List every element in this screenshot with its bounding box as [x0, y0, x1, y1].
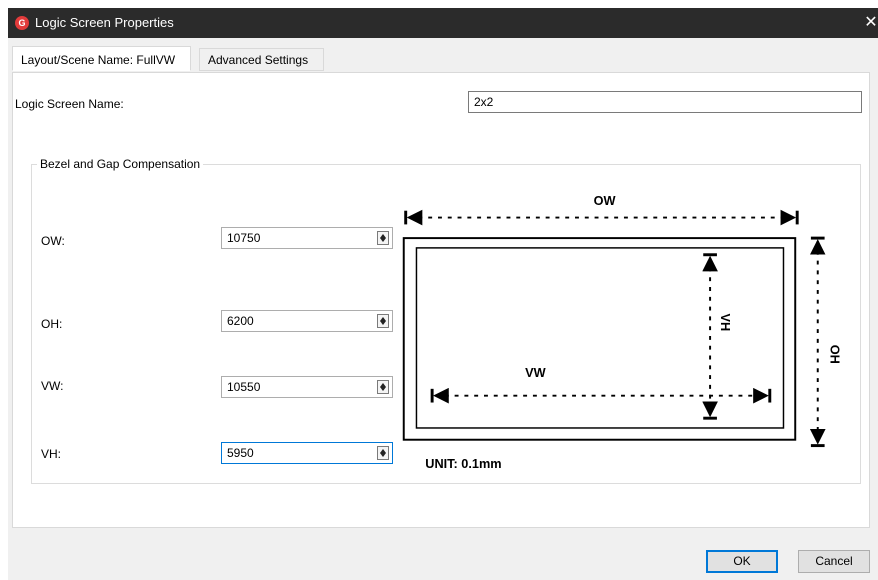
- unit-label: UNIT: 0.1mm: [425, 456, 501, 471]
- oh-value: 6200: [227, 314, 254, 328]
- dimension-diagram: OW OH VH VW UNIT: 0.1mm: [402, 193, 842, 471]
- oh-label: OH:: [41, 317, 63, 331]
- vh-value: 5950: [227, 446, 254, 460]
- vw-diagram-label: VW: [525, 365, 546, 380]
- tab-layout-scene[interactable]: Layout/Scene Name: FullVW: [12, 46, 191, 71]
- close-icon[interactable]: ✕: [864, 8, 878, 38]
- window-title: Logic Screen Properties: [35, 15, 174, 30]
- down-arrow-icon[interactable]: [380, 321, 386, 325]
- oh-diagram-label: OH: [827, 345, 842, 364]
- vw-label: VW:: [41, 379, 64, 393]
- logic-screen-name-label: Logic Screen Name:: [15, 97, 124, 111]
- tab-advanced-settings[interactable]: Advanced Settings: [199, 48, 324, 71]
- ow-diagram-label: OW: [594, 193, 616, 208]
- app-logo-icon: G: [15, 16, 29, 30]
- ow-spinbox[interactable]: 10750: [221, 227, 393, 249]
- down-arrow-icon[interactable]: [380, 387, 386, 391]
- outer-screen-rect: [402, 237, 797, 441]
- vh-spinbox[interactable]: 5950: [221, 442, 393, 464]
- down-arrow-icon[interactable]: [380, 238, 386, 242]
- vw-value: 10550: [227, 380, 261, 394]
- logic-screen-name-input[interactable]: [468, 91, 862, 113]
- vh-dimension-arrow: [702, 253, 718, 420]
- oh-dimension-arrow: [809, 236, 826, 448]
- vh-label: VH:: [41, 447, 62, 461]
- ow-spin-buttons[interactable]: [377, 231, 389, 245]
- vw-dimension-arrow: [430, 387, 772, 404]
- down-arrow-icon[interactable]: [380, 453, 386, 457]
- groupbox-title: Bezel and Gap Compensation: [37, 157, 204, 171]
- cancel-button[interactable]: Cancel: [798, 550, 870, 573]
- inner-screen-rect: [415, 247, 785, 429]
- oh-spin-buttons[interactable]: [377, 314, 389, 328]
- ow-label: OW:: [41, 234, 65, 248]
- ok-button[interactable]: OK: [706, 550, 778, 573]
- ow-value: 10750: [227, 231, 261, 245]
- title-bar: G Logic Screen Properties ✕: [8, 8, 878, 38]
- vh-spin-buttons[interactable]: [377, 446, 389, 460]
- oh-spinbox[interactable]: 6200: [221, 310, 393, 332]
- vh-diagram-label: VH: [718, 313, 733, 331]
- vw-spinbox[interactable]: 10550: [221, 376, 393, 398]
- ow-dimension-arrow: [404, 209, 799, 226]
- vw-spin-buttons[interactable]: [377, 380, 389, 394]
